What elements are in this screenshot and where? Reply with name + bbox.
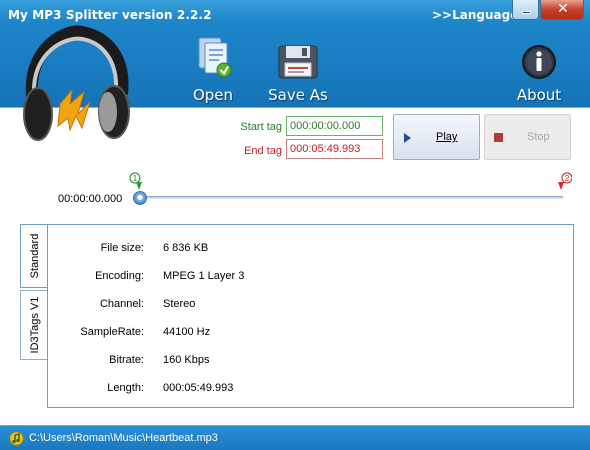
- language-link[interactable]: >>Language: [432, 8, 518, 22]
- end-marker-icon[interactable]: 2: [556, 172, 572, 192]
- minimize-icon: [522, 11, 531, 14]
- property-row: Encoding: MPEG 1 Layer 3: [48, 270, 568, 284]
- tab-standard-label: Standard: [28, 233, 41, 279]
- timeline-thumb[interactable]: [133, 191, 147, 205]
- headphones-logo-icon: [23, 25, 130, 141]
- property-row: Bitrate: 160 Kbps: [48, 354, 568, 368]
- property-row: File size: 6 836 KB: [48, 242, 568, 256]
- open-label: Open: [192, 86, 234, 104]
- play-label: Play: [436, 131, 458, 143]
- property-value: 6 836 KB: [163, 242, 209, 254]
- timeline-track[interactable]: [137, 196, 563, 199]
- status-bar: C:\Users\Roman\Music\Heartbeat.mp3: [0, 425, 590, 450]
- property-key: File size:: [100, 242, 144, 254]
- about-label: About: [516, 86, 562, 104]
- save-as-label: Save As: [268, 86, 328, 104]
- properties-panel: File size: 6 836 KB Encoding: MPEG 1 Lay…: [47, 224, 574, 408]
- property-key: Bitrate:: [109, 354, 144, 366]
- property-row: Length: 000:05:49.993: [48, 382, 568, 396]
- play-button[interactable]: Play: [393, 114, 480, 160]
- end-tag-label: End tag: [244, 145, 282, 157]
- property-key: Channel:: [99, 298, 144, 310]
- property-row: SampleRate: 44100 Hz: [48, 326, 568, 340]
- property-tabs: Standard ID3Tags V1: [20, 224, 48, 364]
- end-marker-number: 2: [565, 174, 570, 183]
- tab-standard[interactable]: Standard: [20, 224, 48, 288]
- tab-id3tags-v1-label: ID3Tags V1: [28, 296, 41, 354]
- close-icon: ✕: [557, 1, 569, 17]
- start-tag-label: Start tag: [240, 121, 282, 133]
- play-icon: [404, 133, 411, 143]
- property-value: 44100 Hz: [163, 326, 211, 338]
- minimize-button[interactable]: [512, 0, 539, 20]
- info-icon: [522, 45, 556, 79]
- property-key: Encoding:: [95, 270, 144, 282]
- stop-button[interactable]: Stop: [484, 114, 571, 160]
- floppy-disk-icon: [278, 45, 318, 79]
- position-time-label: 00:00:00.000: [58, 193, 123, 205]
- start-marker-icon[interactable]: 1: [129, 172, 145, 192]
- start-tag-input[interactable]: [286, 116, 383, 136]
- property-value: Stereo: [163, 298, 196, 310]
- about-button[interactable]: About: [512, 44, 566, 104]
- tab-id3tags-v1[interactable]: ID3Tags V1: [20, 290, 48, 360]
- property-row: Channel: Stereo: [48, 298, 568, 312]
- property-key: SampleRate:: [80, 326, 144, 338]
- property-value: MPEG 1 Layer 3: [163, 270, 245, 282]
- property-value: 000:05:49.993: [163, 382, 234, 394]
- property-key: Length:: [107, 382, 144, 394]
- file-path-text: C:\Users\Roman\Music\Heartbeat.mp3: [29, 432, 218, 444]
- end-tag-input[interactable]: [286, 139, 383, 159]
- start-marker-number: 1: [133, 174, 138, 183]
- open-file-icon: [198, 37, 232, 78]
- open-button[interactable]: Open: [186, 34, 240, 104]
- stop-label: Stop: [527, 131, 550, 143]
- close-button[interactable]: ✕: [540, 0, 584, 20]
- stop-icon: [494, 133, 503, 142]
- property-value: 160 Kbps: [163, 354, 210, 366]
- save-as-button[interactable]: Save As: [266, 44, 330, 104]
- audio-file-icon: [9, 431, 24, 446]
